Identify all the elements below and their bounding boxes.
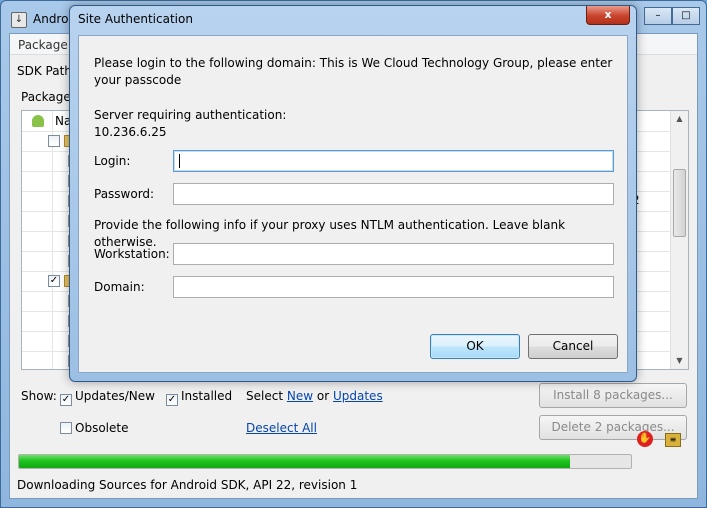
ok-button[interactable]: OK [430, 334, 520, 359]
stop-icon[interactable]: ✋ [637, 431, 653, 447]
server-address: 10.236.6.25 [94, 125, 167, 139]
deselect-all-link[interactable]: Deselect All [246, 421, 317, 435]
domain-field[interactable] [173, 276, 614, 298]
dialog-body: Please login to the following domain: Th… [78, 35, 628, 373]
window-title: Andro [33, 12, 69, 26]
updates-new-checkbox[interactable]: ✓ [60, 394, 72, 406]
scroll-down-icon[interactable]: ▼ [671, 353, 688, 369]
app-icon: ↓ [11, 12, 27, 28]
progress-fill [19, 455, 570, 468]
menu-packages[interactable]: Package [18, 38, 68, 52]
minimize-button[interactable]: – [644, 7, 672, 25]
workstation-field[interactable] [173, 243, 614, 265]
maximize-button[interactable]: □ [672, 7, 700, 25]
scroll-thumb[interactable] [673, 169, 686, 237]
workstation-label: Workstation: [94, 247, 170, 261]
password-label: Password: [94, 187, 155, 201]
sdk-path-label: SDK Path [17, 64, 72, 78]
login-field[interactable] [173, 150, 614, 172]
updates-new-option[interactable]: ✓ Updates/New [60, 389, 155, 406]
login-message: Please login to the following domain: Th… [94, 56, 613, 87]
download-progress-bar [18, 454, 632, 469]
or-label: or [316, 389, 330, 403]
close-button[interactable]: x [586, 6, 630, 25]
obsolete-option[interactable]: Obsolete [60, 421, 128, 435]
server-label: Server requiring authentication: [94, 108, 287, 122]
site-authentication-dialog: Site Authentication x Please login to th… [69, 5, 637, 382]
row-checkbox[interactable]: ✓ [48, 275, 60, 287]
tree-scrollbar[interactable]: ▲ ▼ [670, 111, 688, 369]
select-label: Select [246, 389, 284, 403]
scroll-up-icon[interactable]: ▲ [671, 111, 688, 127]
window-controls: – □ [644, 7, 700, 25]
password-field[interactable] [173, 183, 614, 205]
updates-link[interactable]: Updates [333, 389, 383, 403]
show-label: Show: [21, 389, 57, 403]
cancel-button[interactable]: Cancel [528, 334, 618, 359]
packages-label: Package [21, 90, 71, 104]
row-checkbox[interactable] [48, 135, 60, 147]
domain-label: Domain: [94, 280, 145, 294]
text-caret [179, 154, 180, 168]
new-link[interactable]: New [287, 389, 313, 403]
install-packages-button[interactable]: Install 8 packages... [539, 383, 687, 408]
installed-checkbox[interactable]: ✓ [166, 394, 178, 406]
status-text: Downloading Sources for Android SDK, API… [17, 478, 358, 492]
android-icon [32, 115, 44, 127]
select-line: Select New or Updates [246, 389, 383, 403]
installed-label: Installed [181, 389, 233, 403]
updates-new-label: Updates/New [75, 389, 155, 403]
dialog-title: Site Authentication [78, 12, 193, 26]
log-icon[interactable]: ≡ [665, 433, 681, 447]
login-label: Login: [94, 154, 131, 168]
installed-option[interactable]: ✓ Installed [166, 389, 232, 406]
obsolete-label: Obsolete [75, 421, 129, 435]
deselect-line: Deselect All [246, 421, 317, 435]
close-icon: x [604, 8, 612, 21]
obsolete-checkbox[interactable] [60, 422, 72, 434]
